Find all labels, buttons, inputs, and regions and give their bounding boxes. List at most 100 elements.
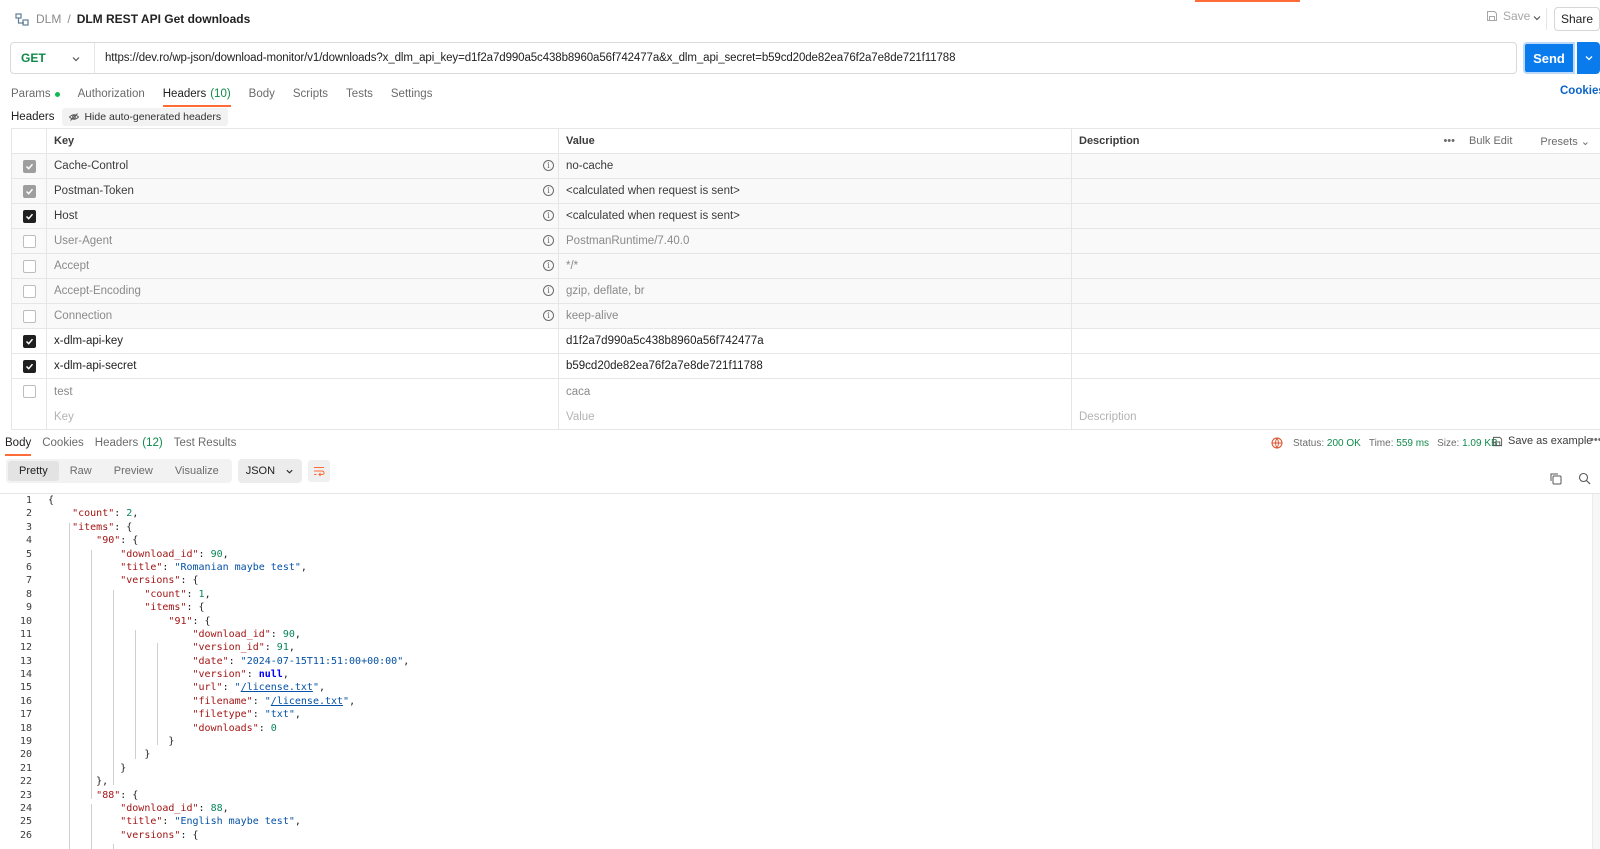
header-description-cell[interactable] xyxy=(1072,254,1600,278)
save-options-chevron-icon[interactable] xyxy=(1532,13,1542,23)
json-link[interactable]: /license.txt xyxy=(241,682,313,693)
response-tab-cookies[interactable]: Cookies xyxy=(42,434,84,452)
header-enabled-checkbox[interactable] xyxy=(22,209,36,223)
header-key-cell[interactable]: Accept-Encoding i xyxy=(47,279,559,303)
header-value-cell[interactable]: caca xyxy=(559,379,1072,404)
header-key-cell[interactable]: Postman-Token i xyxy=(47,179,559,203)
header-value-cell[interactable]: no-cache xyxy=(559,154,1072,178)
tab-params[interactable]: Params xyxy=(11,84,60,104)
share-button[interactable]: Share xyxy=(1554,7,1600,31)
response-tab-headers[interactable]: Headers (12) xyxy=(95,434,163,452)
header-description-cell[interactable] xyxy=(1072,204,1600,228)
json-link[interactable]: /license.txt xyxy=(271,696,343,707)
hide-auto-headers-button[interactable]: Hide auto-generated headers xyxy=(62,108,229,126)
view-mode-pretty[interactable]: Pretty xyxy=(8,461,59,481)
header-description-cell[interactable] xyxy=(1072,379,1600,404)
header-key: x-dlm-api-secret xyxy=(54,360,137,372)
save-as-example-button[interactable]: Save as example xyxy=(1492,435,1592,447)
tab-body[interactable]: Body xyxy=(249,84,275,104)
tab-authorization[interactable]: Authorization xyxy=(78,84,145,104)
header-value-cell[interactable]: d1f2a7d990a5c438b8960a56f742477a xyxy=(559,329,1072,353)
header-description-cell[interactable] xyxy=(1072,179,1600,203)
response-tab-test-results[interactable]: Test Results xyxy=(174,434,237,452)
response-tab-body[interactable]: Body xyxy=(5,434,32,456)
header-value-cell[interactable]: */* xyxy=(559,254,1072,278)
header-enabled-checkbox[interactable] xyxy=(22,284,36,298)
json-key: "date" xyxy=(192,655,229,667)
header-description-cell[interactable] xyxy=(1072,354,1600,378)
header-key-cell[interactable]: Host i xyxy=(47,204,559,228)
header-enabled-checkbox[interactable] xyxy=(22,334,36,348)
header-description-cell[interactable] xyxy=(1072,154,1600,178)
time-text[interactable]: Time: 559 ms xyxy=(1369,438,1429,449)
line-number: 15 xyxy=(19,682,32,694)
view-mode-visualize[interactable]: Visualize xyxy=(164,461,230,481)
header-key-cell[interactable]: test xyxy=(47,379,559,404)
request-title[interactable]: DLM REST API Get downloads xyxy=(77,12,251,26)
header-value-cell[interactable]: PostmanRuntime/7.40.0 xyxy=(559,229,1072,253)
breadcrumb-collection[interactable]: DLM xyxy=(36,12,61,26)
bulk-edit-button[interactable]: Bulk Edit xyxy=(1469,135,1512,147)
header-key-cell[interactable]: Accept i xyxy=(47,254,559,278)
tab-tests[interactable]: Tests xyxy=(346,84,373,104)
format-select[interactable]: JSON xyxy=(237,459,303,483)
more-options-icon[interactable]: ••• xyxy=(1590,434,1600,446)
url-input[interactable]: https://dev.ro/wp-json/download-monitor/… xyxy=(95,52,956,64)
header-key-cell[interactable]: User-Agent i xyxy=(47,229,559,253)
header-key-cell[interactable]: x-dlm-api-key xyxy=(47,329,559,353)
header-key-cell[interactable]: x-dlm-api-secret xyxy=(47,354,559,378)
copy-icon[interactable] xyxy=(1549,472,1562,485)
globe-icon[interactable] xyxy=(1271,437,1283,449)
header-enabled-checkbox[interactable] xyxy=(22,309,36,323)
info-icon[interactable]: i xyxy=(543,235,554,246)
header-row: test caca xyxy=(12,379,1600,404)
tab-settings[interactable]: Settings xyxy=(391,84,433,104)
save-button[interactable]: Save xyxy=(1486,9,1530,23)
header-enabled-checkbox[interactable] xyxy=(22,259,36,273)
view-mode-raw[interactable]: Raw xyxy=(59,461,103,481)
json-key: "count" xyxy=(72,508,115,520)
info-icon[interactable]: i xyxy=(543,260,554,271)
header-value-cell[interactable]: keep-alive xyxy=(559,304,1072,328)
header-enabled-checkbox[interactable] xyxy=(22,359,36,373)
send-options-button[interactable] xyxy=(1577,42,1600,74)
info-icon[interactable]: i xyxy=(543,310,554,321)
new-description-input[interactable]: Description xyxy=(1072,404,1600,429)
scrollbar[interactable] xyxy=(1592,494,1600,849)
header-key-cell[interactable]: Connection i xyxy=(47,304,559,328)
new-value-input[interactable]: Value xyxy=(559,404,1072,429)
cookies-link[interactable]: Cookies xyxy=(1560,85,1600,97)
header-value-cell[interactable]: <calculated when request is sent> xyxy=(559,204,1072,228)
view-mode-preview[interactable]: Preview xyxy=(103,461,164,481)
header-enabled-checkbox[interactable] xyxy=(22,159,36,173)
more-options-icon[interactable]: ••• xyxy=(1443,135,1455,147)
wrap-lines-button[interactable] xyxy=(308,460,331,482)
info-icon[interactable]: i xyxy=(543,285,554,296)
json-key: "version_id" xyxy=(192,642,265,654)
new-key-input[interactable]: Key xyxy=(47,404,559,429)
header-enabled-checkbox[interactable] xyxy=(22,385,36,398)
header-description-cell[interactable] xyxy=(1072,279,1600,303)
tab-scripts[interactable]: Scripts xyxy=(293,84,328,104)
header-description-cell[interactable] xyxy=(1072,329,1600,353)
header-description-cell[interactable] xyxy=(1072,229,1600,253)
search-icon[interactable] xyxy=(1578,472,1591,485)
info-icon[interactable]: i xyxy=(543,185,554,196)
tab-headers[interactable]: Headers (10) xyxy=(162,84,231,107)
header-value-cell[interactable]: <calculated when request is sent> xyxy=(559,179,1072,203)
presets-button[interactable]: Presets ⌄ xyxy=(1526,135,1590,148)
header-key-cell[interactable]: Cache-Control i xyxy=(47,154,559,178)
size-text[interactable]: Size: 1.09 KB xyxy=(1437,438,1498,449)
header-description-cell[interactable] xyxy=(1072,304,1600,328)
header-value-cell[interactable]: b59cd20de82ea76f2a7e8de721f11788 xyxy=(559,354,1072,378)
info-icon[interactable]: i xyxy=(543,210,554,221)
header-key: User-Agent xyxy=(54,235,113,247)
send-button[interactable]: Send xyxy=(1523,42,1575,74)
header-value-cell[interactable]: gzip, deflate, br xyxy=(559,279,1072,303)
method-select[interactable]: GET xyxy=(11,43,95,73)
response-body-editor[interactable]: 1{2 "count": 2, 3 "items": {4 "90": {5 "d… xyxy=(0,493,1600,849)
status-text[interactable]: Status: 200 OK xyxy=(1293,438,1361,449)
header-enabled-checkbox[interactable] xyxy=(22,184,36,198)
info-icon[interactable]: i xyxy=(543,160,554,171)
header-enabled-checkbox[interactable] xyxy=(22,234,36,248)
